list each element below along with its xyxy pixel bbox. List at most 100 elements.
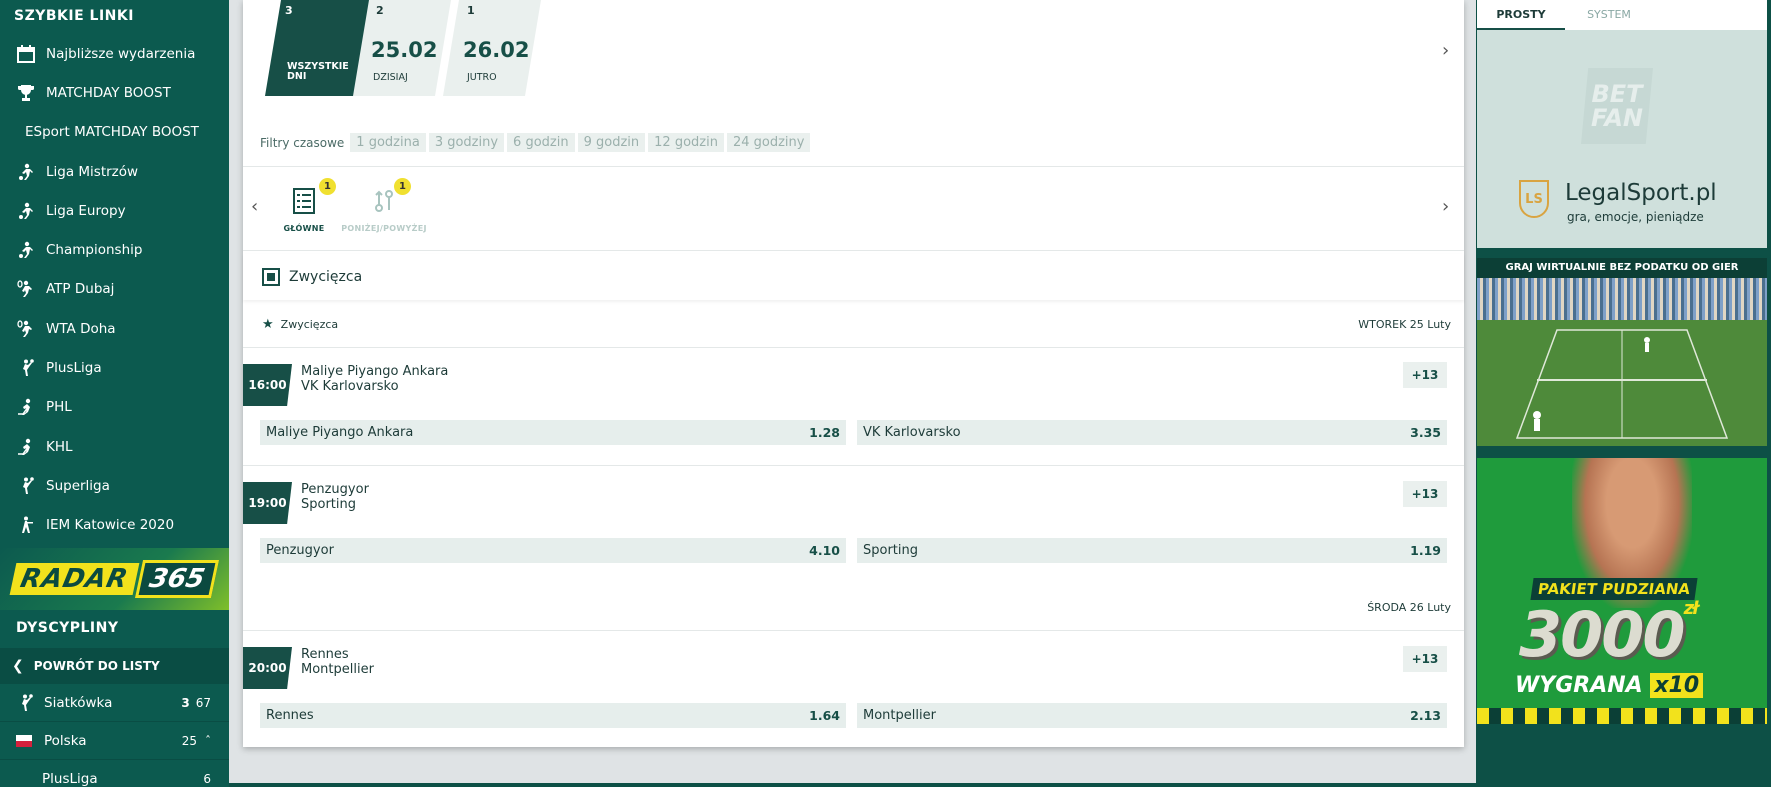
event-time: 16:00 [243,364,292,406]
back-to-list-button[interactable]: ❮ POWRÓT DO LISTY [0,648,229,684]
more-markets-button[interactable]: +13 [1403,481,1447,507]
tab-glowne[interactable]: GŁÓWNE 1 [269,178,339,233]
betfan-logo-line2: FAN [1591,104,1643,132]
discipline-item-siatkowka[interactable]: Siatkówka 3 67 [0,684,229,722]
filter-chip[interactable]: 1 godzina [350,133,426,152]
day-label: JUTRO [467,72,497,83]
sidebar-item-superliga[interactable]: Superliga [0,466,229,505]
odds-button-away[interactable]: Sporting 1.19 [857,538,1447,563]
odd-value: 3.35 [1410,425,1441,440]
legalsport-tagline: gra, emocje, pieniądze [1567,210,1704,224]
day-count: 3 [285,4,293,17]
sidebar-item-wta-doha[interactable]: WTA Doha [0,309,229,348]
day-tab-tomorrow[interactable]: 1 26.02 JUTRO [443,0,541,96]
tab-label: GŁÓWNE [283,224,325,233]
more-markets-button[interactable]: +13 [1403,646,1447,672]
team-home: Penzugyor [301,482,369,497]
day-tab-today[interactable]: 2 25.02 DZISIAJ [353,0,451,96]
chevron-right-icon[interactable]: › [1442,40,1449,61]
discipline-item-plusliga[interactable]: PlusLiga 6 [0,760,229,787]
discipline-item-polska[interactable]: Polska 25 ˆ [0,722,229,760]
sidebar-item-phl[interactable]: PHL [0,388,229,427]
filter-chip[interactable]: 3 godziny [428,133,505,152]
odd-value: 4.10 [809,543,840,558]
section-header: ŚRODA 26 Luty [243,587,1464,627]
filter-chip[interactable]: 6 godzin [507,133,575,152]
checkbox-icon [262,268,280,286]
hockey-player-icon [16,437,36,457]
team-away: Montpellier [301,662,374,677]
divider [243,166,1464,167]
odds-button-home[interactable]: Rennes 1.64 [260,703,846,728]
time-filters-label: Filtry czasowe [260,135,345,150]
sidebar-item-liga-mistrzow[interactable]: Liga Mistrzów [0,152,229,191]
more-markets-button[interactable]: +13 [1403,362,1447,388]
sidebar-item-label: MATCHDAY BOOST [46,84,171,101]
trophy-icon [16,83,36,103]
sidebar-item-atp-dubaj[interactable]: ATP Dubaj [0,270,229,309]
sidebar-item-iem-katowice[interactable]: IEM Katowice 2020 [0,506,229,545]
odd-value: 1.28 [809,425,840,440]
sidebar-item-khl[interactable]: KHL [0,427,229,466]
event-time: 20:00 [243,647,292,689]
sidebar-item-plusliga[interactable]: PlusLiga [0,348,229,387]
tab-system[interactable]: SYSTEM [1565,0,1653,30]
event-teams[interactable]: Maliye Piyango Ankara VK Karlovarsko [301,364,448,394]
tennis-player-icon [16,319,36,339]
filter-chip[interactable]: 12 godzin [648,133,724,152]
day-count: 2 [376,4,384,17]
promo-win: WYGRANA [1515,673,1643,698]
date-header: WTOREK 25 Luty [1358,317,1451,331]
discipline-label: Siatkówka [44,694,113,711]
discipline-label: Polska [44,732,87,749]
chevron-left-icon[interactable]: ‹ [251,196,258,217]
esport-player-icon [16,515,36,535]
team-away: Sporting [301,497,357,512]
sidebar-item-liga-europy[interactable]: Liga Europy [0,191,229,230]
star-icon[interactable]: ★ [262,317,274,332]
betfan-logo-line1: BET [1591,80,1643,108]
filter-chip[interactable]: 24 godziny [726,133,811,152]
sidebar-item-championship[interactable]: Championship [0,230,229,269]
section-header: ★ Zwycięzca WTOREK 25 Luty [243,304,1464,344]
sidebar-item-label: KHL [46,438,73,455]
tab-prosty[interactable]: PROSTY [1477,0,1565,30]
chevron-left-icon: ❮ [12,658,24,674]
discipline-count: 25 ˆ [182,734,211,748]
discipline-label: PlusLiga [42,771,98,787]
sidebar-item-label: ATP Dubaj [46,281,115,298]
chevron-right-icon[interactable]: › [1442,196,1449,217]
team-away: VK Karlovarsko [301,379,399,394]
virtual-banner-text: GRAJ WIRTUALNIE BEZ PODATKU OD GIER [1477,258,1767,278]
day-count: 1 [467,4,475,17]
radar-logo-text: RADAR [10,563,140,595]
over-under-icon [375,190,393,212]
sidebar-item-esport-matchday-boost[interactable]: ESport MATCHDAY BOOST [0,113,229,152]
promo-amount-value: 3000 [1519,598,1686,671]
odds-button-away[interactable]: VK Karlovarsko 3.35 [857,420,1447,445]
radar-365-banner[interactable]: RADAR 365 [0,548,229,610]
disciplines-title: DYSCYPLINY [0,610,229,648]
odd-team: Maliye Piyango Ankara [266,425,414,440]
radar-365-logo: RADAR 365 [9,560,220,598]
pudzian-promo-ad[interactable]: PAKIET PUDZIANA 3000zł WYGRANA x10 [1477,458,1767,724]
sidebar-item-najblizsze[interactable]: Najbliższe wydarzenia [0,34,229,73]
event-teams[interactable]: Penzugyor Sporting [301,482,369,512]
filter-chip[interactable]: 9 godzin [577,133,646,152]
sidebar-item-label: IEM Katowice 2020 [46,517,175,534]
odds-button-home[interactable]: Maliye Piyango Ankara 1.28 [260,420,846,445]
tennis-player-icon [16,279,36,299]
market-selector[interactable]: Zwycięzca [243,254,1464,300]
odds-button-home[interactable]: Penzugyor 4.10 [260,538,846,563]
event-teams[interactable]: Rennes Montpellier [301,647,374,677]
discipline-count: 6 [203,772,211,786]
sidebar-item-label: Najbliższe wydarzenia [46,45,196,62]
virtual-tennis-ad[interactable]: GRAJ WIRTUALNIE BEZ PODATKU OD GIER [1477,258,1767,446]
time-filters: Filtry czasowe 1 godzina 3 godziny 6 god… [260,133,813,152]
chevron-up-icon: ˆ [205,733,211,748]
sidebar-item-matchday-boost[interactable]: MATCHDAY BOOST [0,73,229,112]
date-header: ŚRODA 26 Luty [1367,600,1451,614]
legalsport-ad[interactable]: BET FAN LS LegalSport.pl gra, emocje, pi… [1477,30,1767,248]
odds-button-away[interactable]: Montpellier 2.13 [857,703,1447,728]
tab-ponizej-powyzej[interactable]: PONIŻEJ/POWYŻEJ 1 [332,178,436,233]
